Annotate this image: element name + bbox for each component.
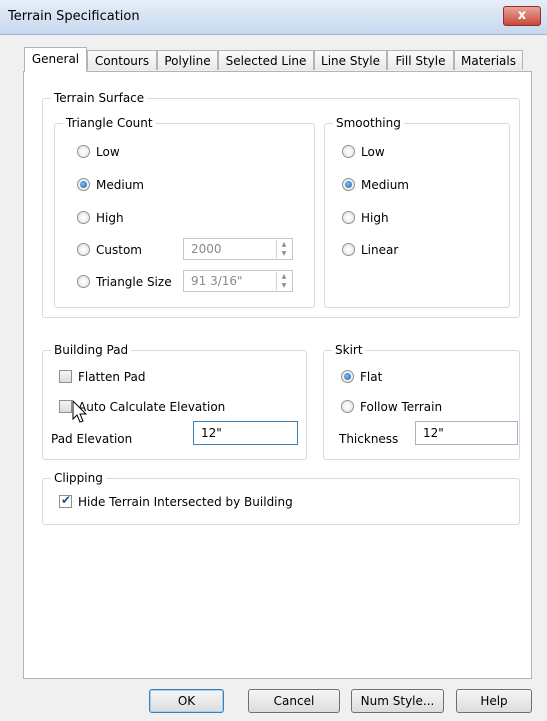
skirt-group: Skirt Flat Follow Terrain Thickness 12" [323, 343, 520, 460]
down-arrow-icon[interactable]: ▼ [277, 249, 291, 258]
smoothing-group: Smoothing Low Medium High Linear [324, 116, 510, 308]
option-label: Medium [96, 178, 144, 192]
stepper-arrows[interactable]: ▲ ▼ [276, 272, 291, 290]
option-label: High [96, 211, 124, 225]
option-label: Linear [361, 243, 399, 257]
radio-button-selected[interactable] [342, 178, 355, 191]
pad-elevation-label: Pad Elevation [51, 432, 133, 446]
tab-line-style[interactable]: Line Style [314, 50, 387, 70]
pad-elevation-value: 12" [201, 426, 222, 440]
option-label: Custom [96, 243, 142, 257]
checkbox-label: Hide Terrain Intersected by Building [78, 495, 293, 509]
num-style-button[interactable]: Num Style... [351, 689, 444, 713]
radio-button-selected[interactable] [77, 178, 90, 191]
terrain-surface-group: Terrain Surface Triangle Count Low Mediu… [42, 91, 520, 318]
tab-general[interactable]: General [24, 47, 87, 72]
checkbox-checked[interactable] [59, 493, 72, 508]
tab-selected-line[interactable]: Selected Line [218, 50, 314, 70]
thickness-value: 12" [423, 426, 444, 440]
radio-button[interactable] [342, 243, 355, 256]
option-label: Low [96, 145, 120, 159]
up-arrow-icon[interactable]: ▲ [277, 240, 291, 249]
option-label: Follow Terrain [360, 400, 443, 414]
skirt-title: Skirt [332, 343, 366, 357]
custom-count-stepper[interactable]: 2000 ▲ ▼ [183, 238, 293, 260]
general-tab-panel: Terrain Surface Triangle Count Low Mediu… [23, 71, 532, 679]
radio-button[interactable] [341, 400, 354, 413]
checkbox[interactable] [59, 400, 72, 413]
radio-button[interactable] [77, 275, 90, 288]
title-bar: Terrain Specification x [0, 0, 547, 35]
close-icon: x [517, 8, 527, 23]
mouse-pointer-icon [72, 400, 88, 423]
checkbox-label: Auto Calculate Elevation [78, 400, 226, 414]
triangle-count-group: Triangle Count Low Medium High Custom 20… [54, 116, 315, 308]
clipping-title: Clipping [51, 471, 106, 485]
triangle-size-stepper[interactable]: 91 3/16" ▲ ▼ [183, 270, 293, 292]
triangle-count-title: Triangle Count [63, 116, 156, 130]
checkbox[interactable] [59, 370, 72, 383]
tab-fill-style[interactable]: Fill Style [387, 50, 454, 70]
checkbox-label: Flatten Pad [78, 370, 146, 384]
down-arrow-icon[interactable]: ▼ [277, 281, 291, 290]
option-label: Low [361, 145, 385, 159]
radio-button[interactable] [77, 243, 90, 256]
tab-contours[interactable]: Contours [87, 50, 157, 70]
terrain-surface-title: Terrain Surface [51, 91, 148, 105]
radio-button[interactable] [342, 145, 355, 158]
option-label: High [361, 211, 389, 225]
option-label: Triangle Size [96, 275, 172, 289]
tab-polyline[interactable]: Polyline [157, 50, 218, 70]
radio-button[interactable] [342, 211, 355, 224]
radio-button[interactable] [77, 211, 90, 224]
smoothing-title: Smoothing [333, 116, 404, 130]
tab-materials[interactable]: Materials [454, 50, 523, 70]
thickness-label: Thickness [339, 432, 399, 446]
clipping-group: Clipping Hide Terrain Intersected by Bui… [42, 471, 520, 525]
radio-button-selected[interactable] [341, 370, 354, 383]
cancel-button[interactable]: Cancel [248, 689, 340, 713]
help-button[interactable]: Help [456, 689, 532, 713]
ok-button[interactable]: OK [149, 689, 224, 713]
window-title: Terrain Specification [8, 9, 140, 24]
thickness-input[interactable]: 12" [415, 421, 518, 445]
radio-button[interactable] [77, 145, 90, 158]
triangle-size-value: 91 3/16" [191, 274, 243, 288]
building-pad-title: Building Pad [51, 343, 132, 357]
custom-count-value: 2000 [191, 242, 222, 256]
option-label: Medium [361, 178, 409, 192]
terrain-specification-dialog: Terrain Specification x General Contours… [0, 0, 547, 721]
option-label: Flat [360, 370, 383, 384]
close-button[interactable]: x [503, 6, 541, 26]
stepper-arrows[interactable]: ▲ ▼ [276, 240, 291, 258]
pad-elevation-input[interactable]: 12" [193, 421, 298, 445]
up-arrow-icon[interactable]: ▲ [277, 272, 291, 281]
